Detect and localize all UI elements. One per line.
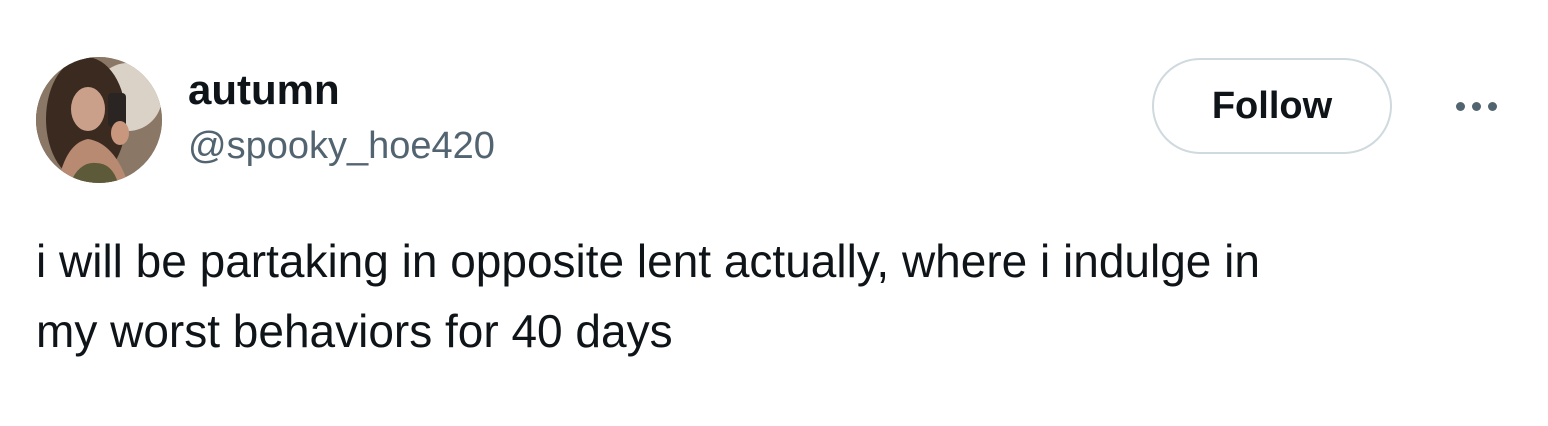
more-horizontal-icon	[1471, 101, 1481, 111]
more-options-button[interactable]	[1444, 82, 1508, 130]
tweet-card: autumn @spooky_hoe420 Follow i will be p…	[0, 0, 1548, 426]
avatar-photo	[36, 57, 162, 183]
author-handle[interactable]: @spooky_hoe420	[188, 124, 495, 168]
author-display-name[interactable]: autumn	[188, 66, 495, 114]
avatar[interactable]	[36, 57, 162, 183]
follow-button[interactable]: Follow	[1152, 58, 1392, 154]
more-horizontal-icon	[1455, 101, 1465, 111]
author-info: autumn @spooky_hoe420	[188, 66, 495, 168]
more-horizontal-icon	[1487, 101, 1497, 111]
tweet-text: i will be partaking in opposite lent act…	[36, 235, 1260, 357]
